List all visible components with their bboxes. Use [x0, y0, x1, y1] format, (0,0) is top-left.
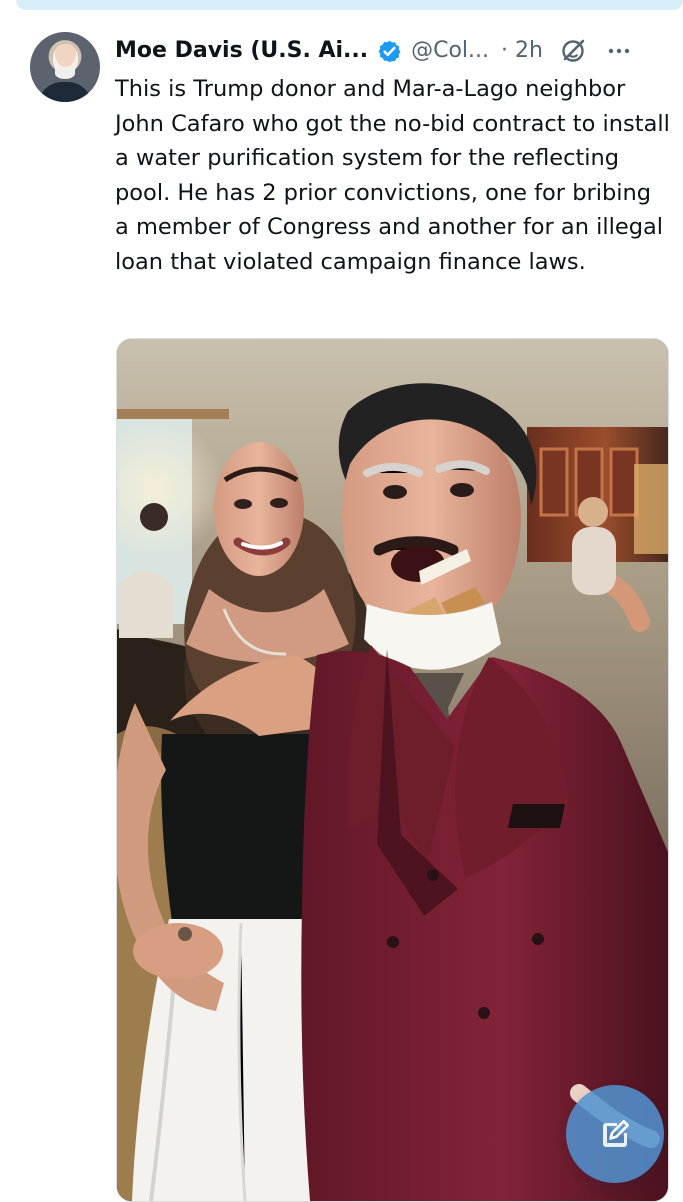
tweet-text: This is Trump donor and Mar-a-Lago neigh… — [115, 76, 670, 275]
previous-post-area — [16, 0, 683, 10]
display-name[interactable]: Moe Davis (U.S. Ai... — [115, 36, 368, 66]
grok-icon[interactable] — [558, 36, 588, 66]
tweet-photo[interactable] — [116, 338, 669, 1202]
tweet-card[interactable]: Moe Davis (U.S. Ai... @Col... · 2h This … — [0, 22, 683, 1202]
more-options-icon[interactable] — [606, 38, 632, 64]
compose-button[interactable] — [566, 1085, 664, 1183]
compose-post-icon — [603, 1120, 629, 1147]
verified-badge-icon — [378, 40, 401, 62]
post-time[interactable]: · 2h — [501, 36, 543, 66]
avatar-shoulders — [38, 82, 92, 102]
photo-illustration — [117, 339, 668, 1201]
avatar[interactable] — [30, 32, 100, 102]
tweet-header: Moe Davis (U.S. Ai... @Col... · 2h — [115, 34, 675, 68]
avatar-beard — [55, 68, 75, 79]
user-handle[interactable]: @Col... — [411, 36, 489, 66]
